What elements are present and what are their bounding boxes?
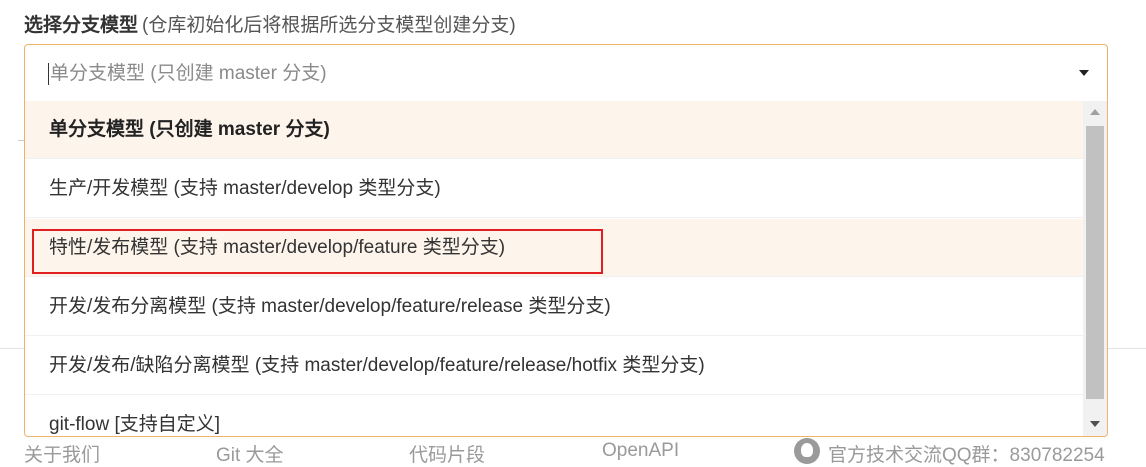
triangle-down-icon[interactable] (1079, 70, 1089, 76)
footer-link-snippets[interactable]: 代码片段 (409, 440, 485, 467)
dropdown-scrollbar[interactable] (1083, 101, 1107, 436)
option-dev-release-separate[interactable]: 开发/发布分离模型 (支持 master/develop/feature/rel… (25, 278, 1084, 336)
footer-link-openapi[interactable]: OpenAPI (602, 440, 679, 462)
option-prod-dev[interactable]: 生产/开发模型 (支持 master/develop 类型分支) (25, 160, 1084, 218)
scrollbar-thumb[interactable] (1086, 126, 1104, 399)
page-footer: 关于我们 Git 大全 代码片段 OpenAPI 官方技术交流QQ群：83078… (0, 434, 1146, 466)
scroll-down-arrow-icon[interactable] (1090, 421, 1100, 427)
footer-link-about[interactable]: 关于我们 (24, 440, 100, 467)
field-label: 选择分支模型 (仓库初始化后将根据所选分支模型创建分支) (24, 12, 516, 40)
option-git-flow[interactable]: git-flow [支持自定义] (25, 396, 1084, 436)
footer-link-git-guide[interactable]: Git 大全 (216, 440, 284, 467)
option-dev-release-hotfix[interactable]: 开发/发布/缺陷分离模型 (支持 master/develop/feature/… (25, 337, 1084, 395)
qq-icon (794, 438, 820, 464)
scroll-up-arrow-icon[interactable] (1090, 109, 1100, 115)
select-value: 单分支模型 (只创建 master 分支) (50, 63, 327, 84)
text-cursor (48, 63, 49, 85)
branch-model-dropdown: 单分支模型 (只创建 master 分支) 生产/开发模型 (支持 master… (24, 101, 1108, 437)
option-single-branch[interactable]: 单分支模型 (只创建 master 分支) (25, 101, 1084, 159)
footer-qq-group: 官方技术交流QQ群：830782254 (828, 445, 1105, 466)
field-label-title: 选择分支模型 (24, 15, 139, 36)
option-feature-release[interactable]: 特性/发布模型 (支持 master/develop/feature 类型分支) (25, 219, 1084, 277)
branch-model-select[interactable]: 单分支模型 (只创建 master 分支) (24, 44, 1108, 102)
field-label-hint: (仓库初始化后将根据所选分支模型创建分支) (142, 15, 516, 36)
